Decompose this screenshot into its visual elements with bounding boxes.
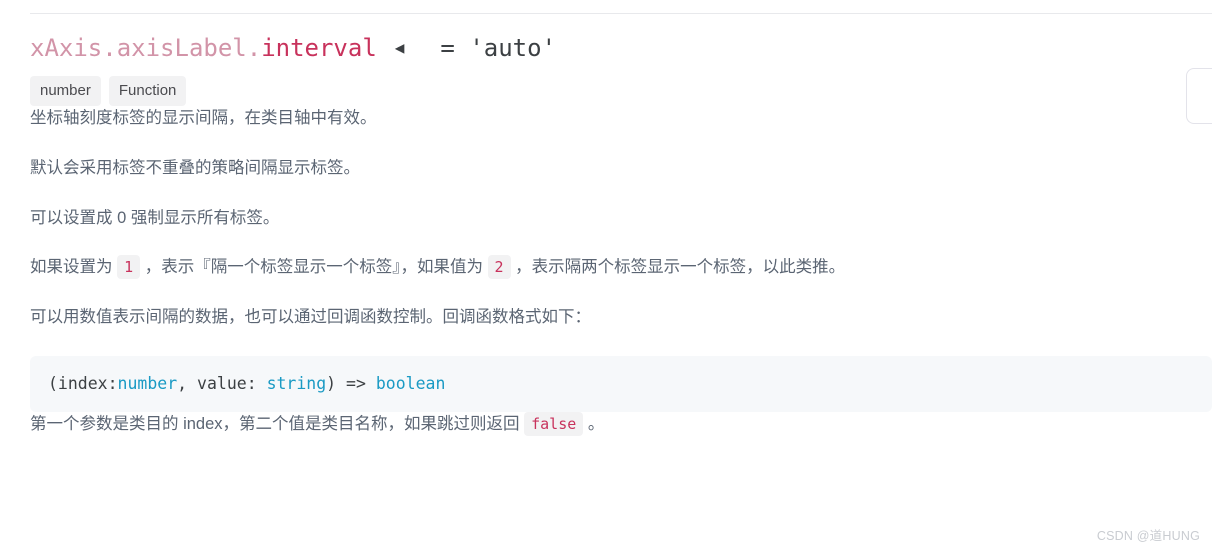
type-badge-function: Function bbox=[108, 76, 187, 106]
inline-code: 2 bbox=[487, 255, 511, 280]
type-badge-list: number Function bbox=[30, 76, 1212, 106]
paragraph-p1: 坐标轴刻度标签的显示间隔，在类目轴中有效。 bbox=[30, 109, 377, 127]
doc-content: xAxis.axisLabel. interval ◀ = 'auto' numb… bbox=[30, 0, 1212, 437]
description-paragraphs: 坐标轴刻度标签的显示间隔，在类目轴中有效。 默认会采用标签不重叠的策略间隔显示标签… bbox=[30, 106, 1212, 330]
code-token-type: string bbox=[266, 373, 327, 393]
paragraph-p6: 第一个参数是类目的 index，第二个值是类目名称，如果跳过则返回 false … bbox=[30, 412, 1212, 437]
final-description-paragraph: 第一个参数是类目的 index，第二个值是类目名称，如果跳过则返回 false … bbox=[30, 412, 1212, 437]
option-heading: xAxis.axisLabel. interval ◀ = 'auto' bbox=[30, 0, 1212, 60]
paragraph-p4: 如果设置为 1 ，表示『隔一个标签显示一个标签』，如果值为 2 ，表示隔两个标签… bbox=[30, 255, 1212, 280]
option-default-value: = 'auto' bbox=[440, 34, 557, 62]
option-path-prefix: xAxis.axisLabel. bbox=[30, 34, 262, 62]
inline-code: false bbox=[524, 412, 584, 437]
code-token-type: number bbox=[117, 373, 178, 393]
code-token-plain: (index: bbox=[48, 373, 118, 393]
paragraph-p3: 可以设置成 0 强制显示所有标签。 bbox=[30, 208, 280, 227]
watermark: CSDN @道HUNG bbox=[1096, 529, 1200, 543]
documentation-page: xAxis.axisLabel. interval ◀ = 'auto' numb… bbox=[0, 0, 1212, 552]
paragraph-p2: 默认会采用标签不重叠的策略间隔显示标签。 bbox=[30, 158, 360, 177]
type-badge-number: number bbox=[30, 76, 101, 106]
inline-code: 1 bbox=[117, 255, 141, 280]
option-name: interval bbox=[261, 34, 377, 62]
code-token-plain: , value: bbox=[177, 373, 267, 393]
code-token-plain: ) => bbox=[326, 373, 376, 393]
paragraph-p5: 可以用数值表示间隔的数据，也可以通过回调函数控制。回调函数格式如下： bbox=[30, 308, 591, 326]
collapse-arrow-icon[interactable]: ◀ bbox=[395, 40, 405, 56]
code-token-type: boolean bbox=[375, 373, 446, 393]
callback-signature-code-block: (index:number, value: string) => boolean bbox=[30, 355, 1212, 413]
